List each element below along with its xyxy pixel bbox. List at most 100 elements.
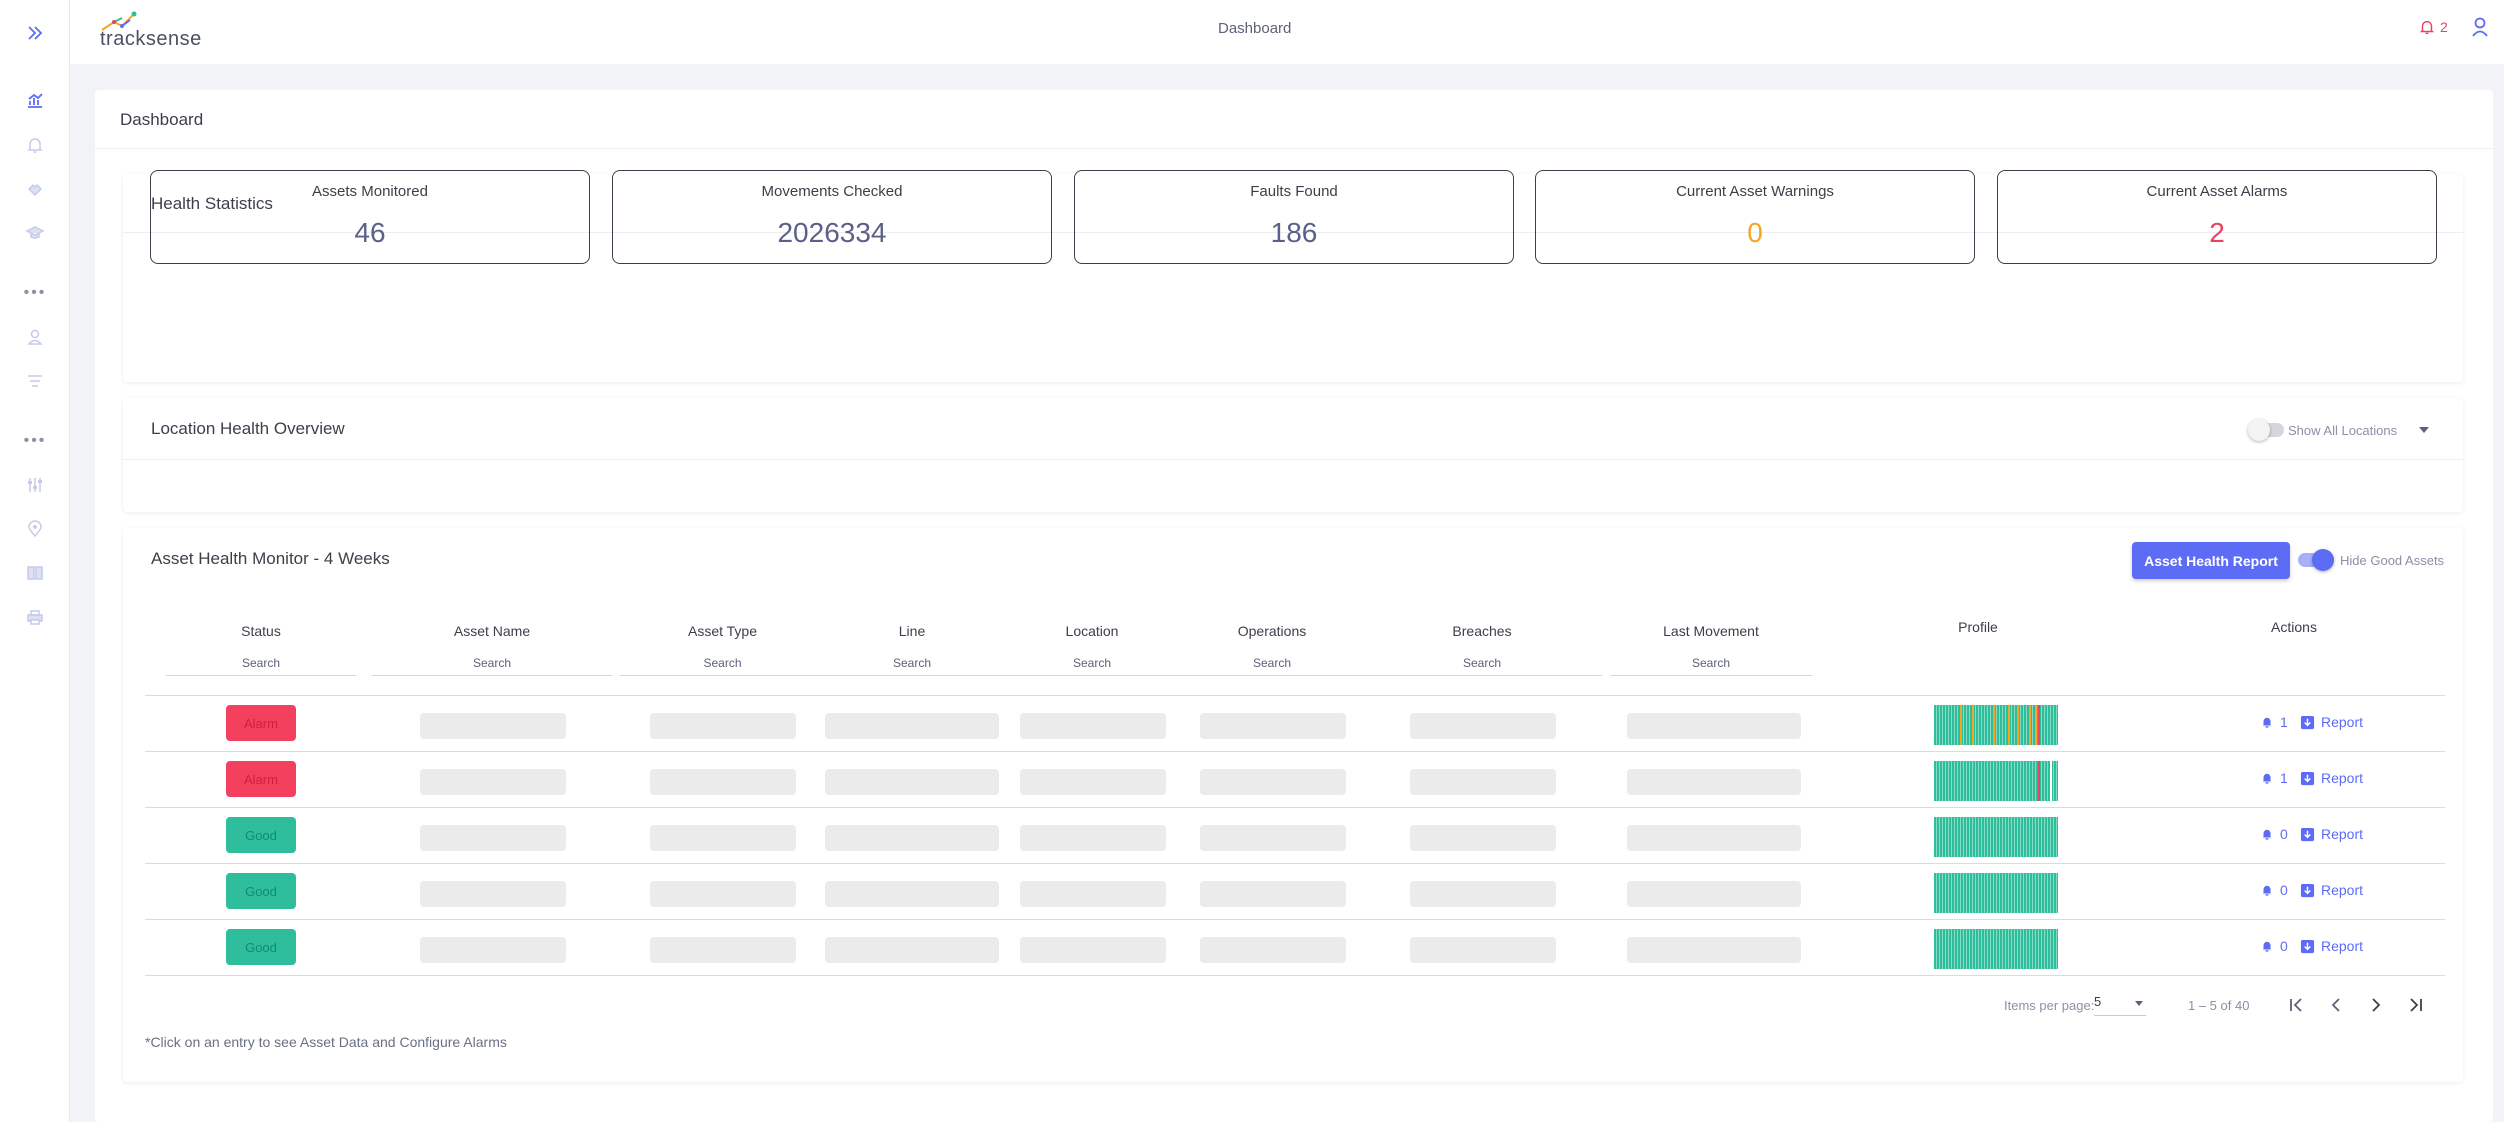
search-operations-input[interactable] [1182,650,1362,676]
column-header-location[interactable]: Location [1012,623,1172,639]
row-report-button[interactable]: Report [2300,714,2363,730]
profile-bar [1999,929,2000,969]
loading-placeholder [1410,937,1556,963]
download-report-icon [2300,939,2315,953]
search-last-movement-input[interactable] [1610,650,1812,676]
profile-bar [1975,761,1976,801]
table-header-divider [145,695,2445,696]
profile-bar [2023,929,2024,969]
search-line-input[interactable] [822,650,1002,676]
graduation-icon [25,226,45,239]
table-footnote: *Click on an entry to see Asset Data and… [145,1034,507,1050]
profile-bar [1966,873,1967,913]
column-header-status[interactable]: Status [211,623,311,639]
user-account-icon[interactable] [2470,16,2490,38]
items-per-page-select[interactable]: 5 [2094,994,2146,1016]
alarm-count-value: 1 [2280,770,2288,786]
last-page-icon [2410,998,2422,1012]
profile-bar [1987,761,1988,801]
loading-placeholder [825,825,999,851]
row-report-button[interactable]: Report [2300,826,2363,842]
loading-placeholder [825,881,999,907]
alarm-count[interactable]: 1 [2260,714,2288,730]
alarm-count[interactable]: 0 [2260,882,2288,898]
row-report-button[interactable]: Report [2300,770,2363,786]
column-header-last-movement[interactable]: Last Movement [1610,623,1812,639]
stat-label: Assets Monitored [312,183,428,200]
search-location-input[interactable] [1002,650,1182,676]
column-header-operations[interactable]: Operations [1192,623,1352,639]
stat-label: Current Asset Warnings [1676,183,1834,200]
loading-placeholder [1020,713,1166,739]
search-breaches-input[interactable] [1362,650,1602,676]
profile-bar [2047,705,2048,745]
search-status-input[interactable] [166,650,356,676]
profile-bar [2035,761,2036,801]
profile-bar [1972,929,1973,969]
download-report-icon [2300,827,2315,841]
next-page-button[interactable] [2364,993,2388,1017]
column-header-asset-name[interactable]: Asset Name [382,623,602,639]
column-header-breaches[interactable]: Breaches [1372,623,1592,639]
profile-bar [1990,873,1991,913]
previous-page-button[interactable] [2324,993,2348,1017]
location-dropdown-chevron-icon[interactable] [2418,425,2430,435]
alarm-count[interactable]: 0 [2260,938,2288,954]
sidebar-item-settings[interactable] [0,468,70,502]
sidebar-item-print[interactable] [0,600,70,634]
loading-placeholder [650,825,796,851]
first-page-button[interactable] [2284,993,2308,1017]
row-report-button[interactable]: Report [2300,938,2363,954]
profile-bar [2011,873,2012,913]
report-label: Report [2321,938,2364,954]
column-header-line[interactable]: Line [832,623,992,639]
status-badge: Good [226,929,296,965]
profile-bar [2032,761,2033,801]
report-label: Report [2321,826,2364,842]
sidebar-item-alarms[interactable] [0,128,70,162]
loading-placeholder [1410,713,1556,739]
row-report-button[interactable]: Report [2300,882,2363,898]
sidebar-item-dashboard[interactable] [0,84,70,118]
last-page-button[interactable] [2404,993,2428,1017]
profile-bar [2047,817,2048,857]
sidebar-item-support[interactable] [0,172,70,206]
profile-bar [2053,761,2054,801]
column-header-asset-type[interactable]: Asset Type [630,623,815,639]
hide-good-assets-toggle[interactable] [2298,549,2334,571]
chevron-left-icon [2331,998,2340,1012]
alarm-count[interactable]: 1 [2260,770,2288,786]
asset-health-report-button[interactable]: Asset Health Report [2132,542,2290,579]
profile-bar [1951,929,1952,969]
alarm-count[interactable]: 0 [2260,826,2288,842]
stat-assets-monitored: Assets Monitored 46 [150,170,590,264]
expand-icon [28,26,43,40]
sidebar-item-docs[interactable] [0,556,70,590]
search-asset-name-input[interactable] [372,650,612,676]
profile-bar [2020,817,2021,857]
sliders-icon [28,478,42,492]
bell-icon [27,138,43,153]
column-header-actions: Actions [2271,619,2317,635]
sidebar-item-users[interactable] [0,320,70,354]
notifications-button[interactable]: 2 [2418,18,2448,36]
profile-bar [2020,929,2021,969]
sidebar-expand-button[interactable] [0,16,70,50]
loading-placeholder [1627,937,1801,963]
loading-placeholder [650,881,796,907]
sidebar-item-filters[interactable] [0,364,70,398]
profile-bar [1972,705,1974,745]
asset-health-monitor-title: Asset Health Monitor - 4 Weeks [151,549,390,568]
profile-bar [2044,817,2045,857]
sidebar-item-locations[interactable] [0,512,70,546]
health-profile-sparkline [1934,929,2058,969]
show-all-locations-toggle[interactable] [2248,419,2284,441]
sidebar-item-training[interactable] [0,216,70,250]
bell-icon [2262,885,2272,896]
profile-bar [1960,705,1962,745]
profile-bar [1954,761,1955,801]
profile-bar [2056,873,2057,913]
profile-bar [2017,817,2018,857]
search-asset-type-input[interactable] [620,650,825,676]
loading-placeholder [825,713,999,739]
